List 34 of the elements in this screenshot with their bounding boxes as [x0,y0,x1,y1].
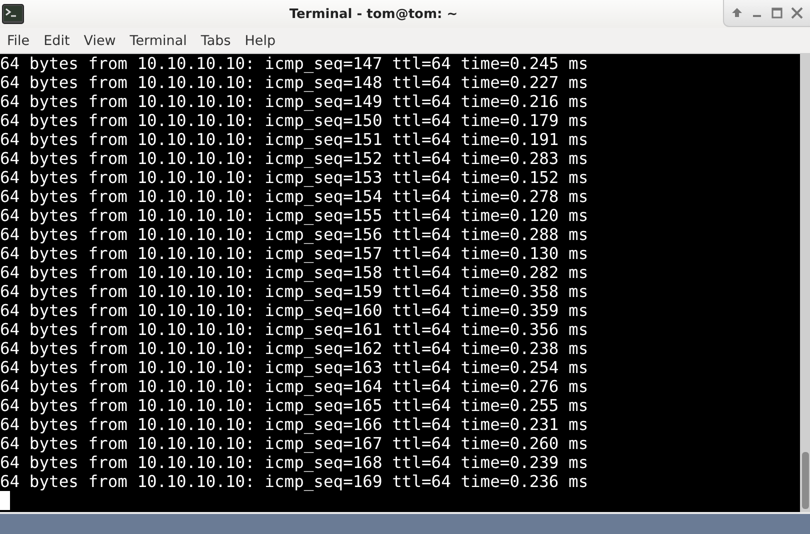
terminal-line: 64 bytes from 10.10.10.10: icmp_seq=158 ttl=64 time=0.282 ms [0,263,588,282]
terminal-line: 64 bytes from 10.10.10.10: icmp_seq=167 ttl=64 time=0.260 ms [0,434,588,453]
terminal-line: 64 bytes from 10.10.10.10: icmp_seq=157 ttl=64 time=0.130 ms [0,244,588,263]
terminal-line: 64 bytes from 10.10.10.10: icmp_seq=153 ttl=64 time=0.152 ms [0,168,588,187]
menu-item[interactable]: Help [240,32,284,48]
menu-item[interactable]: Edit [38,32,78,48]
terminal-line: 64 bytes from 10.10.10.10: icmp_seq=165 ttl=64 time=0.255 ms [0,396,588,415]
text-cursor [0,491,10,510]
menu-item[interactable]: Terminal [124,32,195,48]
terminal-line: 64 bytes from 10.10.10.10: icmp_seq=168 ttl=64 time=0.239 ms [0,453,588,472]
terminal-app-icon [2,4,24,24]
terminal-line: 64 bytes from 10.10.10.10: icmp_seq=148 ttl=64 time=0.227 ms [0,73,588,92]
scrollbar-thumb[interactable] [802,452,809,509]
scrollbar[interactable] [800,54,810,512]
terminal-line: 64 bytes from 10.10.10.10: icmp_seq=169 ttl=64 time=0.236 ms [0,472,588,491]
terminal-line: 64 bytes from 10.10.10.10: icmp_seq=155 ttl=64 time=0.120 ms [0,206,588,225]
terminal-line: 64 bytes from 10.10.10.10: icmp_seq=159 ttl=64 time=0.358 ms [0,282,588,301]
terminal-line: 64 bytes from 10.10.10.10: icmp_seq=150 ttl=64 time=0.179 ms [0,111,588,130]
terminal-line: 64 bytes from 10.10.10.10: icmp_seq=160 ttl=64 time=0.359 ms [0,301,588,320]
terminal-line: 64 bytes from 10.10.10.10: icmp_seq=154 ttl=64 time=0.278 ms [0,187,588,206]
window-title: Terminal - tom@tom: ~ [288,6,459,22]
terminal-line: 64 bytes from 10.10.10.10: icmp_seq=164 ttl=64 time=0.276 ms [0,377,588,396]
terminal-line: 64 bytes from 10.10.10.10: icmp_seq=162 ttl=64 time=0.238 ms [0,339,588,358]
terminal-line: 64 bytes from 10.10.10.10: icmp_seq=163 ttl=64 time=0.254 ms [0,358,588,377]
terminal-line: 64 bytes from 10.10.10.10: icmp_seq=166 ttl=64 time=0.231 ms [0,415,588,434]
terminal-line: 64 bytes from 10.10.10.10: icmp_seq=161 ttl=64 time=0.356 ms [0,320,588,339]
terminal-line: 64 bytes from 10.10.10.10: icmp_seq=152 ttl=64 time=0.283 ms [0,149,588,168]
menu-item[interactable]: File [2,32,38,48]
terminal-line: 64 bytes from 10.10.10.10: icmp_seq=147 ttl=64 time=0.245 ms [0,54,588,73]
menu-item[interactable]: View [78,32,124,48]
menu-item[interactable]: Tabs [196,32,239,48]
terminal-line: 64 bytes from 10.10.10.10: icmp_seq=156 ttl=64 time=0.288 ms [0,225,588,244]
terminal-line: 64 bytes from 10.10.10.10: icmp_seq=151 ttl=64 time=0.191 ms [0,130,588,149]
terminal-line: 64 bytes from 10.10.10.10: icmp_seq=149 ttl=64 time=0.216 ms [0,92,588,111]
